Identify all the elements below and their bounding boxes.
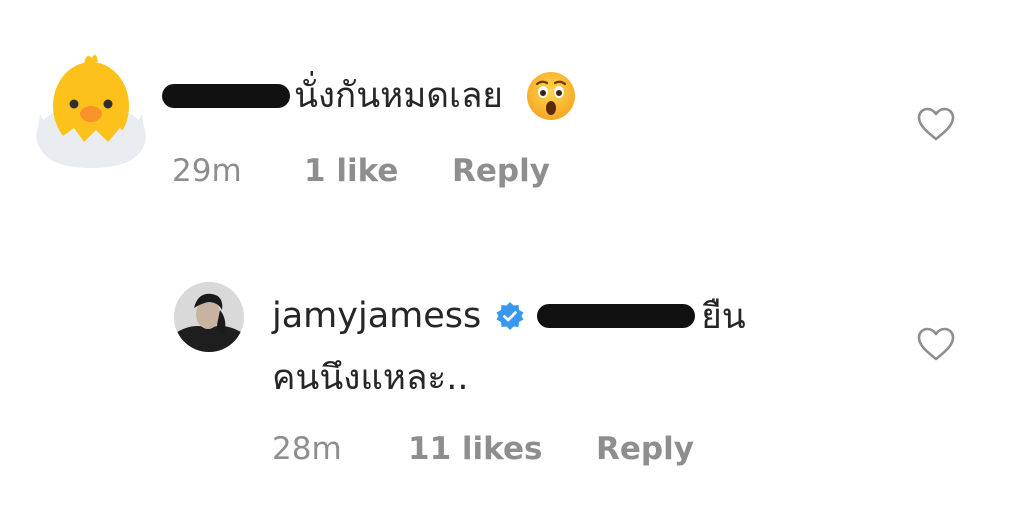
reply-meta: 28m 11 likes Reply bbox=[272, 428, 694, 470]
chick-avatar-icon bbox=[36, 54, 146, 168]
comment-text: นั่งกันหมดเลย bbox=[162, 68, 577, 124]
reply-button[interactable]: Reply bbox=[596, 431, 694, 467]
heart-outline-icon bbox=[917, 107, 955, 141]
reply-button[interactable]: Reply bbox=[452, 153, 550, 189]
redacted-username[interactable] bbox=[162, 84, 290, 108]
like-button[interactable] bbox=[916, 106, 956, 142]
comment-timestamp: 29m bbox=[172, 153, 242, 189]
likes-count[interactable]: 1 like bbox=[304, 153, 452, 189]
reply-body-part-1: ยืน bbox=[701, 296, 746, 337]
reply-text-line-1: jamyjamess ยืน bbox=[272, 290, 746, 342]
replier-avatar[interactable] bbox=[174, 282, 244, 352]
heart-outline-icon bbox=[917, 327, 955, 361]
comment-meta: 29m 1 like Reply bbox=[172, 150, 550, 192]
reply-body-part-2: คนนึงแหละ.. bbox=[272, 358, 469, 398]
redacted-mention[interactable] bbox=[537, 304, 696, 328]
reply-likes-count[interactable]: 11 likes bbox=[408, 431, 596, 467]
reply-like-button[interactable] bbox=[916, 326, 956, 362]
reply-timestamp: 28m bbox=[272, 431, 342, 467]
astonished-emoji-icon bbox=[525, 70, 577, 122]
comment-body: นั่งกันหมดเลย bbox=[294, 76, 503, 116]
reply-username[interactable]: jamyjamess bbox=[272, 296, 481, 336]
profile-photo-icon bbox=[174, 282, 244, 352]
verified-badge-icon bbox=[495, 301, 525, 331]
commenter-avatar[interactable] bbox=[34, 44, 148, 168]
